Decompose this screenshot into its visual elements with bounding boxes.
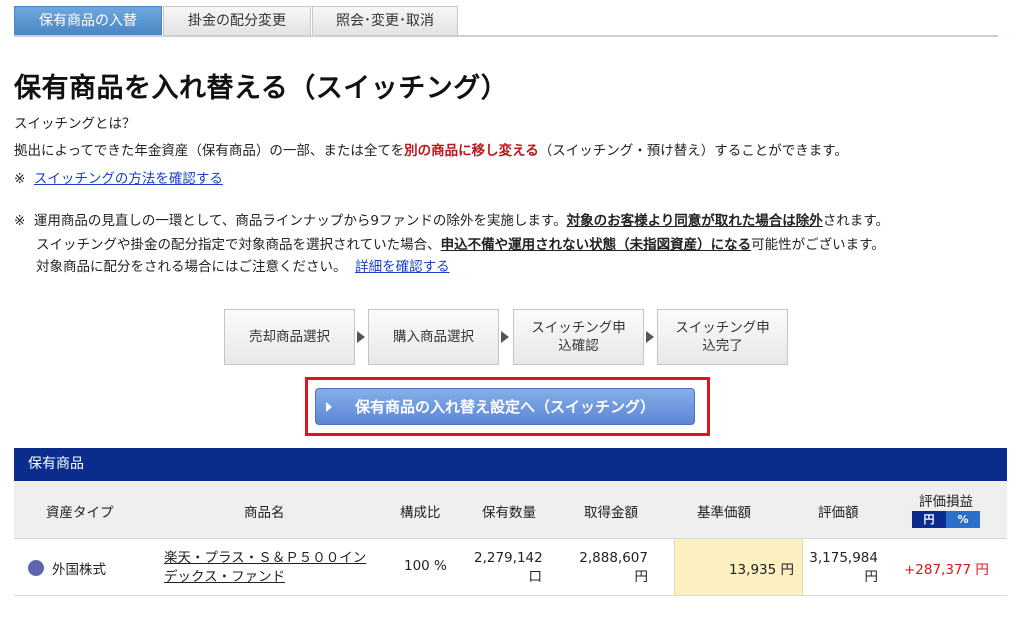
col-ratio: 構成比 — [400, 505, 441, 521]
valuation-unit: 円 — [864, 569, 879, 585]
quantity: 2,279,142 口 — [474, 549, 543, 587]
notice-l1-post: されます。 — [822, 213, 889, 229]
notice-l2-bold: 申込不備や運用されない状態（未指図資産）になる — [440, 237, 752, 253]
tab-inquiry[interactable]: 照会･変更･取消 — [312, 6, 458, 35]
step-buy-select: 購入商品選択 — [368, 309, 499, 365]
notice-l2-post: 可能性がございます。 — [751, 237, 885, 253]
intro-desc-highlight: 別の商品に移し変える — [404, 143, 539, 159]
intro-desc-post: （スイッチング・預け替え）することができます。 — [538, 143, 848, 159]
intro-question: スイッチングとは？ — [14, 116, 136, 132]
details-link[interactable]: 詳細を確認する — [355, 259, 450, 275]
tab-holdings-switch[interactable]: 保有商品の入替 — [14, 6, 162, 35]
col-name: 商品名 — [244, 505, 285, 521]
tab-allocation-change[interactable]: 掛金の配分変更 — [163, 6, 311, 35]
notice-l1-pre: 運用商品の見直しの一環として、商品ラインナップから9ファンドの除外を実施します。 — [33, 213, 567, 229]
cta-label: 保有商品の入れ替え設定へ（スイッチング） — [354, 398, 655, 416]
cost-unit: 円 — [634, 569, 649, 585]
cost-value: 2,888,607 — [579, 550, 648, 566]
asset-color-dot-icon — [28, 560, 44, 576]
notice-line-3: 対象商品に配分をされる場合にはご注意ください。 詳細を確認する — [36, 257, 450, 277]
toggle-percent[interactable]: % — [946, 511, 980, 528]
col-base-price: 基準価額 — [697, 505, 751, 521]
page-title: 保有商品を入れ替える（スイッチング） — [14, 73, 509, 104]
toggle-yen[interactable]: 円 — [912, 511, 946, 528]
play-triangle-icon — [326, 402, 332, 412]
asset-type: 外国株式 — [52, 562, 106, 578]
table-row: 外国株式 楽天・プラス・Ｓ＆Ｐ５００インデックス・ファンド 100 % 2,27… — [14, 539, 1007, 596]
notice-line-2: スイッチングや掛金の配分指定で対象商品を選択されていた場合、申込不備や運用されな… — [36, 235, 885, 255]
col-quantity: 保有数量 — [482, 505, 536, 521]
holdings-column-header: 資産タイプ 商品名 構成比 保有数量 取得金額 基準価額 評価額 評価損益 円 … — [14, 481, 1007, 539]
intro-desc-pre: 拠出によってできた年金資産（保有商品）の一部、または全てを — [14, 143, 405, 159]
col-asset-type: 資産タイプ — [46, 505, 114, 521]
col-pnl: 評価損益 — [919, 494, 973, 510]
step-label: スイッチング申込確認 — [531, 320, 626, 354]
col-valuation: 評価額 — [818, 505, 859, 521]
step-label: スイッチング申込完了 — [675, 320, 770, 354]
notice-l3-pre: 対象商品に配分をされる場合にはご注意ください。 — [36, 259, 347, 275]
intro-description: 拠出によってできた年金資産（保有商品）の一部、または全てを別の商品に移し変える（… — [14, 141, 848, 161]
step-complete: スイッチング申込完了 — [657, 309, 788, 365]
notice-l1-bold: 対象のお客様より同意が取れた場合は除外 — [566, 213, 823, 229]
quantity-unit: 口 — [528, 569, 543, 585]
notice-l2-pre: スイッチングや掛金の配分指定で対象商品を選択されていた場合、 — [36, 237, 441, 253]
cost: 2,888,607 円 — [572, 549, 648, 587]
col-cost: 取得金額 — [584, 505, 638, 521]
tab-bar: 保有商品の入替 掛金の配分変更 照会･変更･取消 — [14, 6, 998, 37]
fund-name-link[interactable]: 楽天・プラス・Ｓ＆Ｐ５００インデックス・ファンド — [164, 549, 379, 587]
switching-settings-button[interactable]: 保有商品の入れ替え設定へ（スイッチング） — [315, 388, 695, 425]
ratio: 100 % — [404, 558, 447, 574]
step-arrow-icon — [357, 331, 365, 343]
step-arrow-icon — [501, 331, 509, 343]
step-sell-select: 売却商品選択 — [224, 309, 355, 365]
holdings-header: 保有商品 — [14, 448, 1007, 481]
base-price: 13,935 円 — [728, 562, 794, 578]
notice-mark: ※ — [14, 213, 26, 229]
step-confirm: スイッチング申込確認 — [513, 309, 644, 365]
step-arrow-icon — [646, 331, 654, 343]
pnl-unit-toggle[interactable]: 円 % — [912, 511, 980, 528]
note-mark: ※ — [14, 171, 26, 187]
notice-line-1: ※ 運用商品の見直しの一環として、商品ラインナップから9ファンドの除外を実施しま… — [14, 211, 889, 231]
step-label: 売却商品選択 — [249, 329, 330, 345]
valuation-value: 3,175,984 — [809, 550, 878, 566]
pnl-value: +287,377 円 — [904, 562, 989, 578]
quantity-value: 2,279,142 — [474, 550, 543, 566]
method-link[interactable]: スイッチングの方法を確認する — [34, 171, 223, 187]
method-note: ※ スイッチングの方法を確認する — [14, 169, 223, 189]
step-label: 購入商品選択 — [393, 329, 474, 345]
valuation: 3,175,984 円 — [804, 549, 878, 587]
